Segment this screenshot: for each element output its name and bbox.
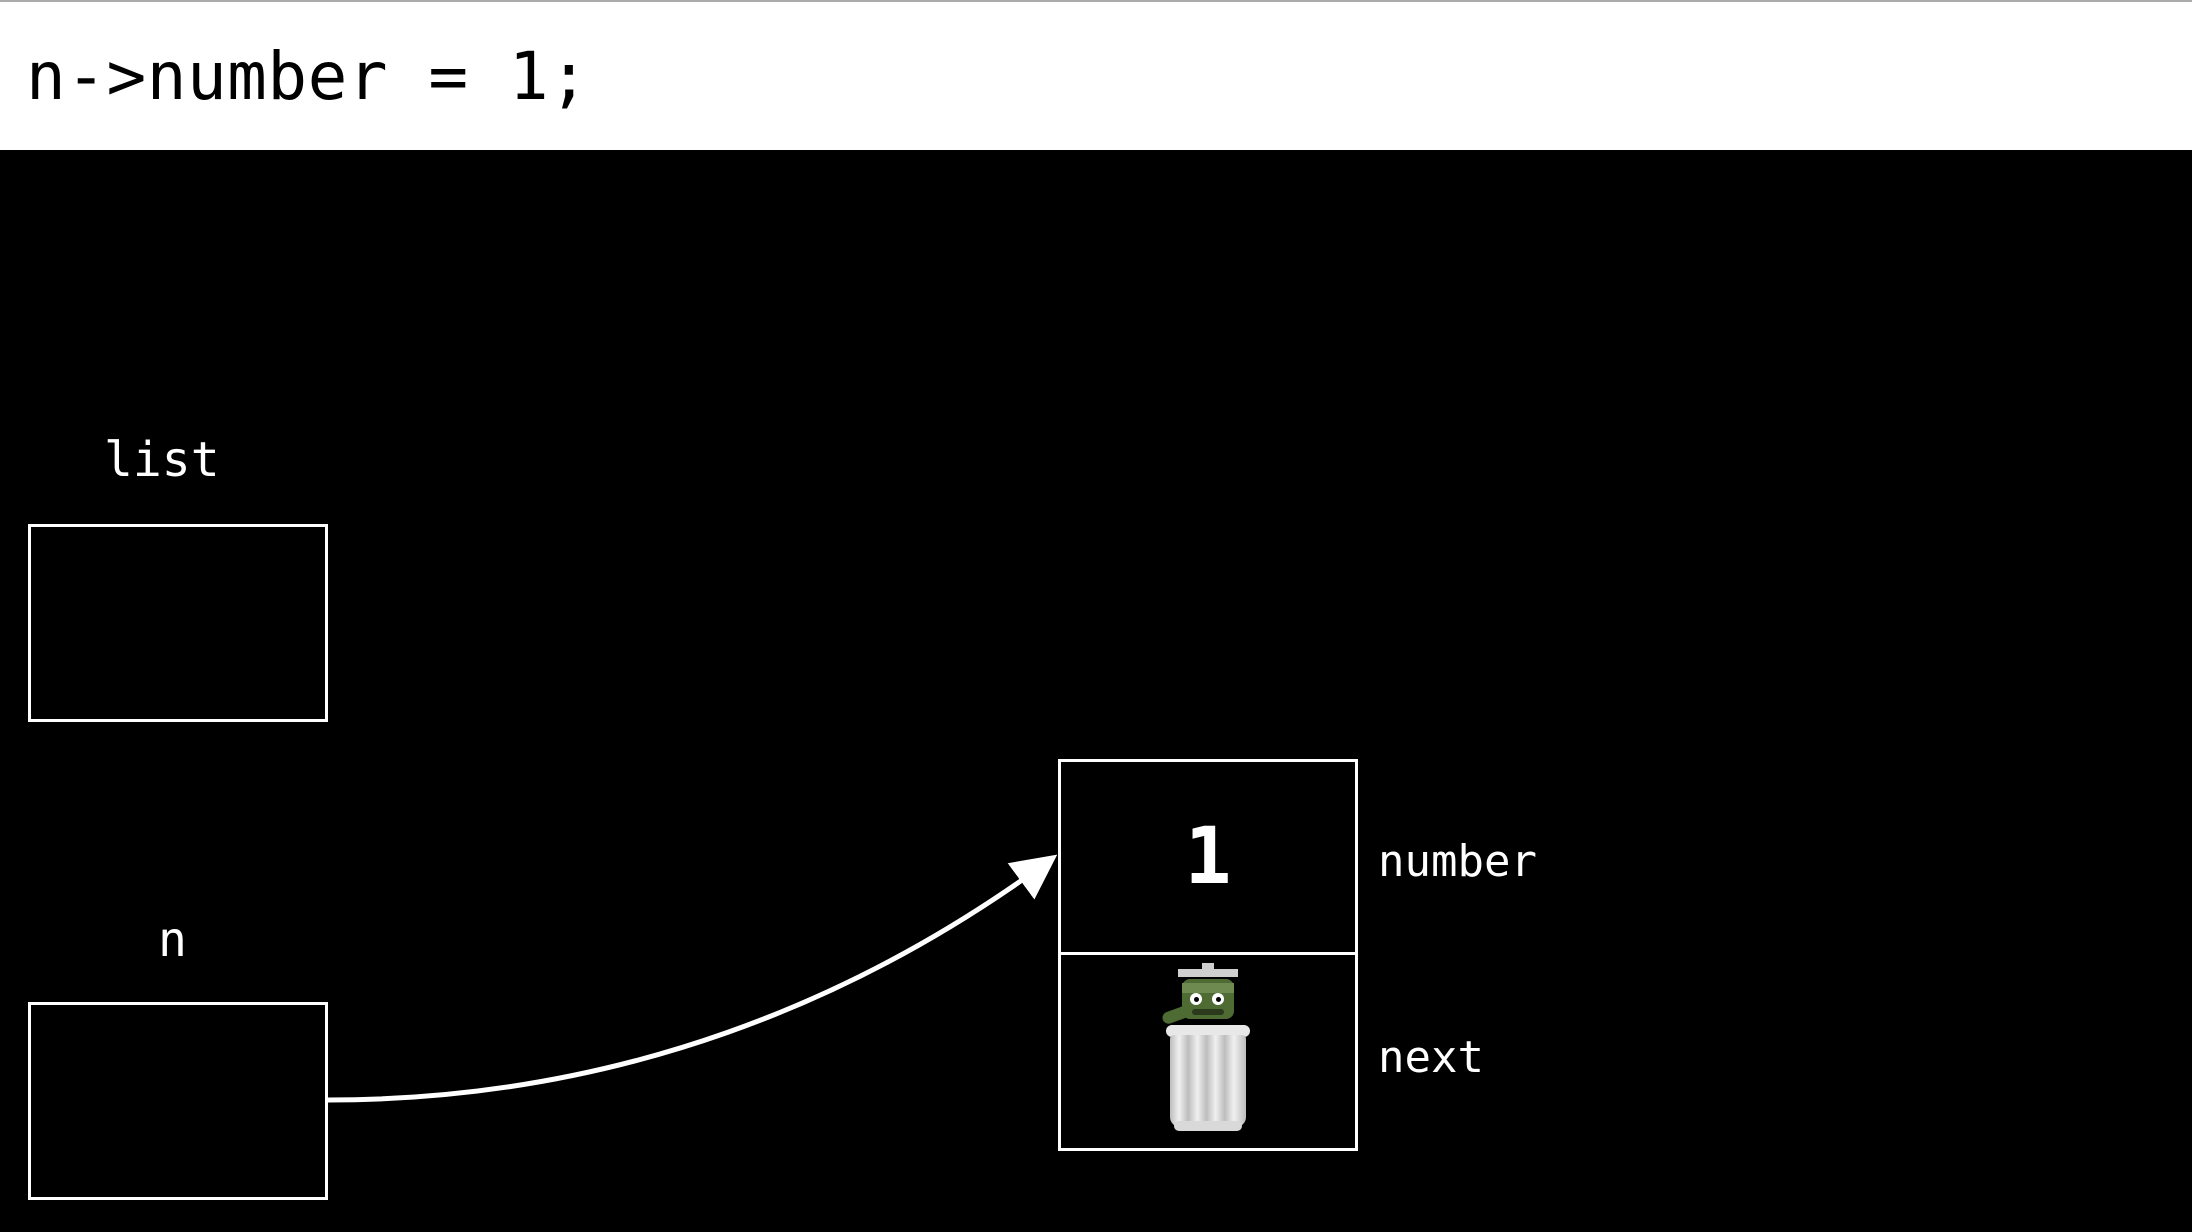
diagram-canvas: list n 1 [0,150,2192,1232]
code-strip: n->number = 1; [0,0,2192,150]
code-line: n->number = 1; [26,38,589,115]
pointer-arrow [0,150,2192,1232]
